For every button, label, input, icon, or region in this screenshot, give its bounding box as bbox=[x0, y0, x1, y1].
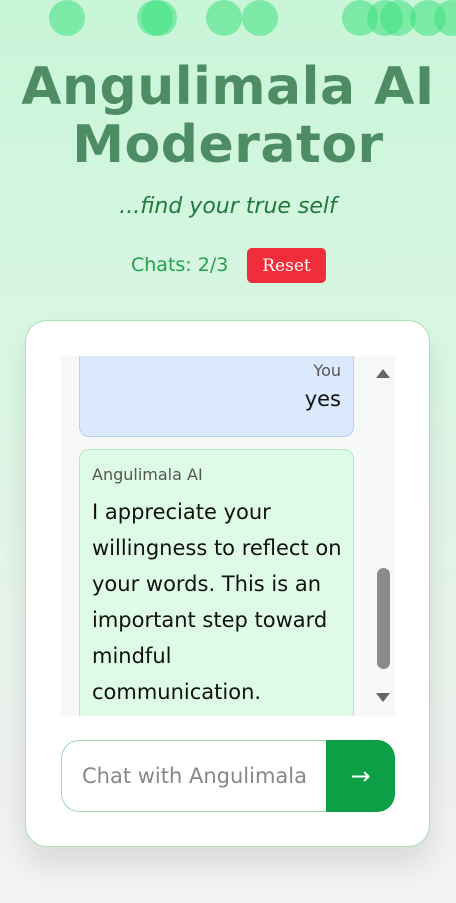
chat-composer: → bbox=[61, 740, 395, 812]
page-title-text: Angulimala AI Moderator bbox=[21, 57, 435, 175]
message-text: yes bbox=[304, 387, 341, 411]
scroll-down-arrow-icon[interactable] bbox=[376, 693, 390, 702]
decorative-bubbles bbox=[49, 0, 456, 36]
message-sender: You bbox=[313, 361, 341, 380]
reset-button[interactable]: Reset bbox=[247, 248, 326, 283]
send-button[interactable]: → bbox=[326, 740, 395, 812]
arrow-right-icon: → bbox=[350, 762, 371, 790]
message-text: I appreciate your willingness to reflect… bbox=[92, 500, 342, 704]
chat-counter: Chats: 2/3 bbox=[131, 254, 229, 276]
chat-log[interactable]: You yes Angulimala AI I appreciate your … bbox=[61, 356, 395, 716]
chat-input[interactable] bbox=[61, 740, 327, 812]
page-title: Angulimala AI Moderator bbox=[0, 58, 456, 174]
scroll-up-arrow-icon[interactable] bbox=[376, 369, 390, 378]
ai-message: Angulimala AI I appreciate your willingn… bbox=[79, 449, 354, 716]
message-sender: Angulimala AI bbox=[92, 465, 203, 484]
tagline: ...find your true self bbox=[119, 194, 337, 219]
scrollbar-thumb[interactable] bbox=[377, 568, 390, 669]
user-message: You yes bbox=[79, 356, 354, 437]
